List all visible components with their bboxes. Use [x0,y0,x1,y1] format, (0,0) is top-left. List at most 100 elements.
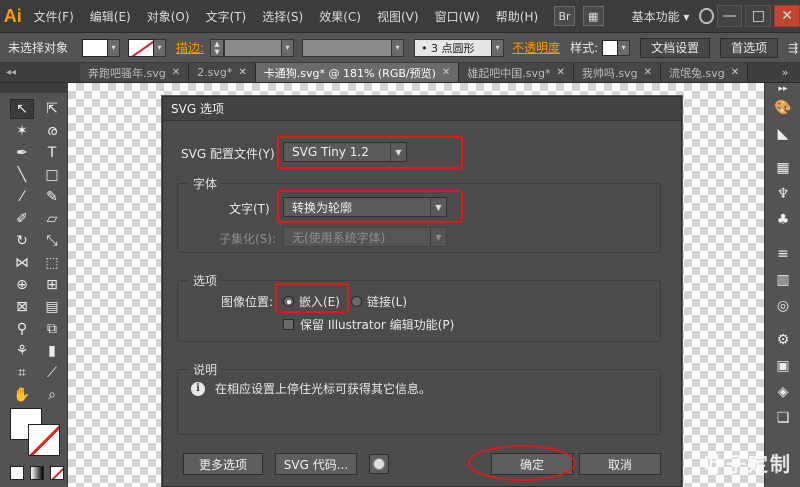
hand-tool-icon[interactable]: ✋ [10,385,34,405]
bridge-icon[interactable]: Br [554,6,575,26]
magic-wand-tool-icon[interactable]: ✶ [10,121,34,141]
paintbrush-tool-icon[interactable]: ⁄ [10,187,34,207]
column-graph-tool-icon[interactable]: ▮ [40,341,64,361]
close-tab-icon[interactable]: ✕ [172,67,180,78]
more-options-button[interactable]: 更多选项 [183,453,263,475]
subset-select[interactable]: 无(使用系统字体) ▼ [283,227,447,247]
tab-document[interactable]: 雄起吧中国.svg* ✕ [459,63,574,82]
artboard-tool-icon[interactable]: ⌗ [10,363,34,383]
tab-document[interactable]: 奔跑吧骚年.svg ✕ [80,63,190,82]
brush-dropdown[interactable]: ▾ [492,38,505,57]
link-radio[interactable]: 链接(L) [351,293,407,310]
appearance-panel-icon[interactable]: ⚙ [765,327,800,353]
rectangle-tool-icon[interactable]: □ [40,165,64,185]
layers-panel-icon[interactable]: ◈ [765,379,800,405]
dock-collapse-icon[interactable]: ▸▸ [765,83,800,95]
menu-help[interactable]: 帮助(H) [488,8,546,25]
search-icon[interactable] [699,8,714,24]
eraser-tool-icon[interactable]: ▱ [40,209,64,229]
style-dropdown[interactable]: ▾ [618,39,631,56]
close-button[interactable]: ✕ [774,5,800,27]
mesh-tool-icon[interactable]: ⊠ [10,297,34,317]
gradient-mode-icon[interactable] [30,466,44,480]
fill-swatch[interactable] [82,38,109,57]
symbol-sprayer-tool-icon[interactable]: ⚘ [10,341,34,361]
eyedropper-tool-icon[interactable]: ⚲ [10,319,34,339]
symbols-panel-icon[interactable]: ♣ [765,207,800,233]
pen-tool-icon[interactable]: ✒ [10,143,34,163]
fill-dropdown-arrow[interactable]: ▾ [108,38,121,57]
more-tabs-icon[interactable]: » [770,63,800,82]
color-panel-icon[interactable]: 🎨 [765,95,800,121]
tab-document-active[interactable]: 卡通狗.svg* @ 181% (RGB/预览) ✕ [255,63,460,82]
opacity-label[interactable]: 不透明度 [512,39,560,56]
blend-tool-icon[interactable]: ⧉ [40,319,64,339]
shape-builder-tool-icon[interactable]: ⊕ [10,275,34,295]
menu-select[interactable]: 选择(S) [254,8,311,25]
menu-effect[interactable]: 效果(C) [311,8,369,25]
scale-tool-icon[interactable]: ⤡ [40,231,64,251]
type-tool-icon[interactable]: T [40,143,64,163]
tab-collapse-icon[interactable]: ◂◂ [0,62,80,82]
gradient-panel-icon[interactable]: ▥ [765,267,800,293]
close-tab-icon[interactable]: ✕ [644,67,652,78]
slice-tool-icon[interactable]: ⟋ [40,363,64,383]
menu-window[interactable]: 窗口(W) [427,8,488,25]
close-tab-icon[interactable]: ✕ [238,67,246,78]
close-tab-icon[interactable]: ✕ [731,67,739,78]
tools-panel-header[interactable] [0,83,67,93]
stroke-weight-dropdown[interactable]: ▾ [282,38,295,57]
stroke-weight-field[interactable] [224,38,283,57]
web-preview-button[interactable] [369,454,389,474]
pencil-tool-icon[interactable]: ✎ [40,187,64,207]
minimize-button[interactable]: — [716,5,743,27]
close-tab-icon[interactable]: ✕ [557,67,565,78]
line-tool-icon[interactable]: ╲ [10,165,34,185]
artboards-panel-icon[interactable]: ❏ [765,405,800,431]
menu-edit[interactable]: 编辑(E) [82,8,139,25]
cancel-button[interactable]: 取消 [579,453,661,475]
tab-document[interactable]: 流氓兔.svg ✕ [661,63,749,82]
width-tool-icon[interactable]: ⋈ [10,253,34,273]
svg-code-button[interactable]: SVG 代码... [275,453,357,475]
arrange-documents-icon[interactable]: ▦ [582,6,604,26]
restore-button[interactable]: □ [745,5,772,27]
swatches-panel-icon[interactable]: ▦ [765,155,800,181]
menu-type[interactable]: 文字(T) [198,8,255,25]
menu-object[interactable]: 对象(O) [139,8,198,25]
panel-menu-icon[interactable]: ⇶ [788,41,798,55]
style-swatch[interactable] [602,39,619,56]
variable-width-profile[interactable] [302,38,393,57]
stroke-weight-label[interactable]: 描边: [176,39,204,56]
preferences-button[interactable]: 首选项 [720,37,779,58]
graphic-styles-panel-icon[interactable]: ▣ [765,353,800,379]
profile-dropdown[interactable]: ▾ [392,38,405,57]
stroke-weight-stepper[interactable]: ▲ ▼ [210,38,225,57]
rotate-tool-icon[interactable]: ↻ [10,231,34,251]
close-tab-icon[interactable]: ✕ [442,67,450,78]
tab-document[interactable]: 我帅吗.svg ✕ [573,63,662,82]
lasso-tool-icon[interactable]: ര [40,121,64,141]
color-guide-icon[interactable]: ◣ [765,121,800,147]
none-mode-icon[interactable] [50,466,64,480]
stroke-color-box[interactable] [28,424,60,456]
selection-tool-icon[interactable]: ↖ [10,99,34,119]
preserve-editing-checkbox[interactable]: 保留 Illustrator 编辑功能(P) [283,316,454,333]
free-transform-tool-icon[interactable]: ⬚ [40,253,64,273]
stroke-dropdown-arrow[interactable]: ▾ [154,38,167,57]
document-setup-button[interactable]: 文档设置 [640,37,711,58]
stroke-panel-icon[interactable]: ≡ [765,241,800,267]
color-mode-icon[interactable] [10,466,24,480]
brushes-panel-icon[interactable]: ♆ [765,181,800,207]
direct-selection-tool-icon[interactable]: ⇱ [40,99,64,119]
blob-brush-tool-icon[interactable]: ✐ [10,209,34,229]
zoom-tool-icon[interactable]: ⌕ [40,385,64,405]
transparency-panel-icon[interactable]: ◎ [765,293,800,319]
stroke-swatch[interactable] [128,38,155,57]
brush-definition[interactable]: • 3 点圆形 [414,38,493,57]
menu-file[interactable]: 文件(F) [26,8,82,25]
perspective-grid-tool-icon[interactable]: ⊞ [40,275,64,295]
tab-document[interactable]: 2.svg* ✕ [189,63,256,82]
menu-view[interactable]: 视图(V) [369,8,427,25]
workspace-switcher[interactable]: 基本功能 ▾ [632,8,690,25]
